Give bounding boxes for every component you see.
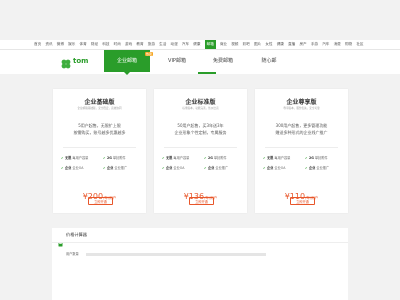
plan-description: 50用户起售，买3年送3年 企业形象个性定制，专属服务 xyxy=(154,122,247,136)
tab-label: VIP邮箱 xyxy=(168,58,186,64)
top-nav-bar: 首页 资讯 微博 娱乐 体育 财经 科技 时尚 游戏 教育 旅游 生活 动漫 汽车 健康 邮箱 商业 视频 彩吧 图片… xyxy=(0,40,400,50)
user-count-slider[interactable] xyxy=(86,253,266,256)
main-nav: 企业邮箱 热卖 VIP邮箱 免费邮箱 随心邮 xyxy=(104,50,292,75)
check-icon: ✔ xyxy=(204,166,207,170)
top-nav-links: 首页 资讯 微博 娱乐 体育 财经 科技 时尚 游戏 教育 旅游 生活 动漫 汽车 健康 邮箱 商业 视频 彩吧 图片… xyxy=(34,40,368,49)
top-nav-link[interactable]: 直播 xyxy=(288,40,295,49)
logo[interactable]: tom xyxy=(60,55,89,69)
divider xyxy=(52,242,348,243)
top-nav-link[interactable]: 视频 xyxy=(231,40,238,49)
top-nav-link[interactable]: 时尚 xyxy=(114,40,121,49)
check-icon: ✔ xyxy=(103,156,106,160)
tab-label: 企业邮箱 xyxy=(116,58,137,64)
tab-vip-mail[interactable]: VIP邮箱 xyxy=(154,50,200,72)
feature-item: ✔企业 企业推广 xyxy=(103,166,128,170)
top-nav-link[interactable]: 购物 xyxy=(345,40,352,49)
feature-item: ✔企业 企业推广 xyxy=(204,166,229,170)
top-nav-link[interactable]: 生活 xyxy=(159,40,166,49)
logo-clover-icon xyxy=(60,55,72,69)
check-icon: ✔ xyxy=(61,166,64,170)
feature-item: ✔无限 每用户容量 xyxy=(61,156,89,160)
logo-text: tom xyxy=(73,57,89,65)
plan-description: 300用户起售，更多管理功能 赠送多种形式的企业线广推广 xyxy=(255,122,348,136)
buy-button[interactable]: 立即开通 xyxy=(189,197,214,205)
top-nav-link[interactable]: 微博 xyxy=(57,40,64,49)
feature-item: ✔企业 企业OA xyxy=(162,166,185,170)
top-nav-link[interactable]: 邮箱 xyxy=(204,40,216,49)
top-nav-link[interactable]: 教育 xyxy=(136,40,143,49)
plan-card-basic: 企业基础版 企业邮箱基础版，安全稳定，高效协同 5用户起售，无限扩上限 按需购买… xyxy=(53,89,146,213)
top-nav-link[interactable]: 健康 xyxy=(277,40,284,49)
buy-button[interactable]: 立即开通 xyxy=(88,197,113,205)
top-nav-link[interactable]: 游戏 xyxy=(125,40,132,49)
top-nav-link[interactable]: 首页 xyxy=(34,40,41,49)
plan-title: 企业标准版 xyxy=(185,99,216,106)
tab-label: 随心邮 xyxy=(261,58,277,64)
tab-label: 免费邮箱 xyxy=(212,58,233,64)
price-calculator: 价格计算器 用户数量 xyxy=(52,228,348,300)
plan-desc-line: 赠送多种形式的企业线广推广 xyxy=(275,130,328,135)
feature-item: ✔企业 企业推广 xyxy=(305,166,330,170)
feature-item: ✔2G 单封附件 xyxy=(103,156,126,160)
tab-suixin-mail[interactable]: 随心邮 xyxy=(246,50,292,72)
top-nav-link[interactable]: 汽车 xyxy=(182,40,189,49)
top-nav-link[interactable]: 资讯 xyxy=(45,40,52,49)
buy-button[interactable]: 立即开通 xyxy=(290,197,315,205)
top-nav-link[interactable]: 商业 xyxy=(220,40,227,49)
plan-subtitle: 企业邮箱基础版，安全稳定，高效协同 xyxy=(77,107,122,110)
top-nav-link[interactable]: 体育 xyxy=(80,40,87,49)
top-nav-link[interactable]: 财经 xyxy=(91,40,98,49)
plan-desc-line: 5用户起售，无限扩上限 xyxy=(78,123,121,128)
top-nav-link[interactable]: 房产 xyxy=(299,40,306,49)
check-icon: ✔ xyxy=(305,166,308,170)
feature-item: ✔企业 企业OA xyxy=(61,166,84,170)
top-nav-link[interactable]: 女性 xyxy=(265,40,272,49)
check-icon: ✔ xyxy=(263,156,266,160)
feature-item: ✔2G 单封附件 xyxy=(305,156,328,160)
calculator-title: 价格计算器 xyxy=(66,232,87,237)
tab-enterprise-mail[interactable]: 企业邮箱 热卖 xyxy=(104,50,153,75)
top-nav-link[interactable]: 旅游 xyxy=(148,40,155,49)
plan-description: 5用户起售，无限扩上限 按需购买，账号越多优惠越多 xyxy=(53,122,146,136)
check-icon: ✔ xyxy=(263,166,266,170)
plan-desc-line: 50用户起售，买3年送3年 xyxy=(177,123,224,128)
feature-item: ✔企业 企业OA xyxy=(263,166,286,170)
plan-title: 企业基础版 xyxy=(84,99,115,106)
top-nav-link[interactable]: 娱乐 xyxy=(68,40,75,49)
plan-card-premium: 企业尊享版 尊享版本，服务优先，安全可靠 300用户起售，更多管理功能 赠送多种… xyxy=(255,89,348,213)
divider xyxy=(265,147,338,148)
top-nav-link[interactable]: 消费 xyxy=(334,40,341,49)
top-nav-link[interactable]: 汽车 xyxy=(322,40,329,49)
feature-item: ✔无限 每用户容量 xyxy=(263,156,291,160)
top-nav-link[interactable]: 健康 xyxy=(193,40,200,49)
top-nav-link[interactable]: 科技 xyxy=(102,40,109,49)
top-nav-link[interactable]: 手游 xyxy=(311,40,318,49)
tab-free-mail[interactable]: 免费邮箱 xyxy=(200,50,246,72)
plan-desc-line: 按需购买，账号越多优惠越多 xyxy=(73,130,126,135)
user-count-label: 用户数量 xyxy=(66,252,79,256)
check-icon: ✔ xyxy=(61,156,64,160)
tab-underline xyxy=(198,72,216,74)
plan-subtitle: 标准版本，功能完善，性价比高 xyxy=(182,107,219,110)
top-nav-link[interactable]: 图片 xyxy=(254,40,261,49)
check-icon: ✔ xyxy=(162,156,165,160)
check-icon: ✔ xyxy=(162,166,165,170)
hot-badge: 热卖 xyxy=(144,52,153,56)
plan-subtitle: 尊享版本，服务优先，安全可靠 xyxy=(283,107,320,110)
calculator-icon xyxy=(58,232,63,247)
top-nav-link[interactable]: 社区 xyxy=(356,40,363,49)
check-icon: ✔ xyxy=(103,166,106,170)
check-icon: ✔ xyxy=(204,156,207,160)
plan-desc-line: 企业形象个性定制，专属服务 xyxy=(174,130,227,135)
feature-item: ✔2G 单封附件 xyxy=(204,156,227,160)
plan-title: 企业尊享版 xyxy=(286,99,317,106)
divider xyxy=(164,147,237,148)
plan-desc-line: 300用户起售，更多管理功能 xyxy=(275,123,328,128)
plan-card-standard: 企业标准版 标准版本，功能完善，性价比高 50用户起售，买3年送3年 企业形象个… xyxy=(154,89,247,213)
divider xyxy=(63,147,136,148)
feature-item: ✔无限 每用户容量 xyxy=(162,156,190,160)
top-nav-link[interactable]: 动漫 xyxy=(171,40,178,49)
top-nav-link[interactable]: 彩吧 xyxy=(243,40,250,49)
check-icon: ✔ xyxy=(305,156,308,160)
